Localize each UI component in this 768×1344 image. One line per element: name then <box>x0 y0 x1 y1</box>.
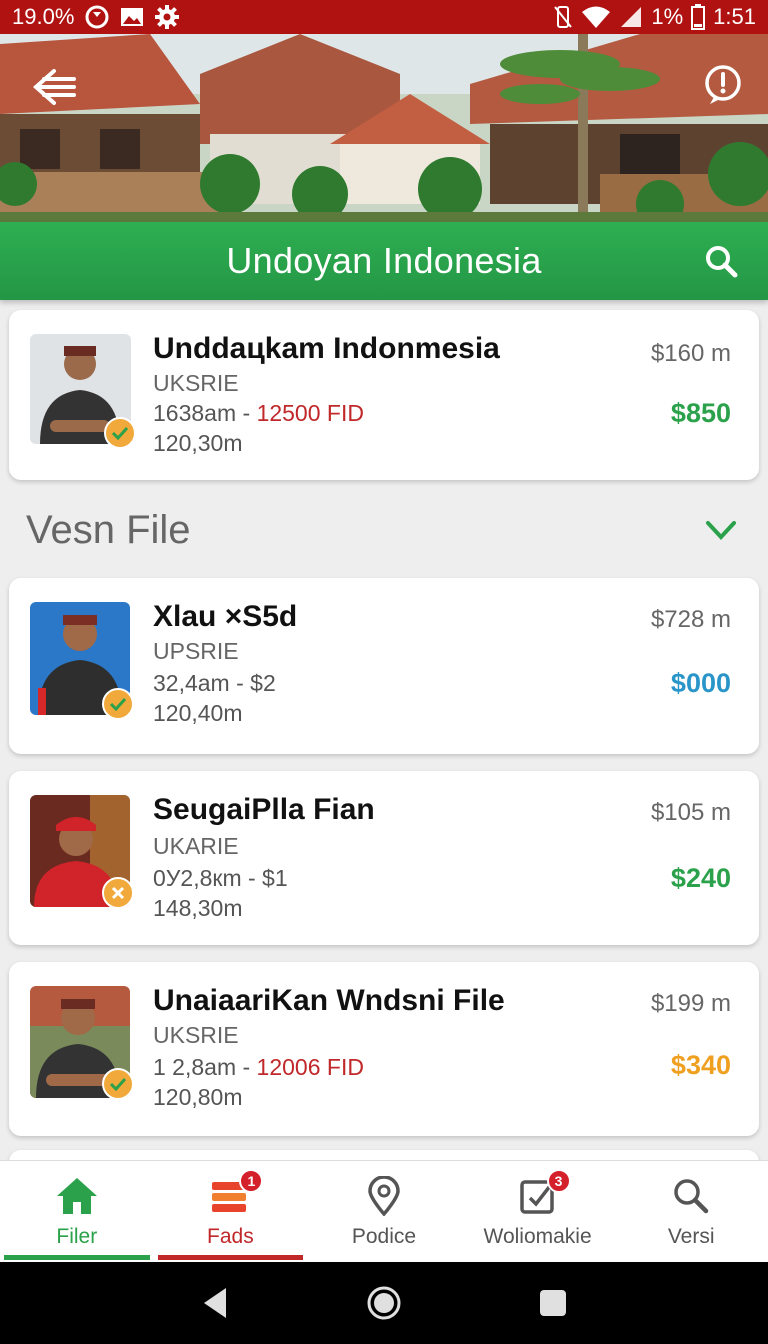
nav-item-fads[interactable]: 1 Fads <box>154 1161 308 1262</box>
status-right: 1% 1:51 <box>553 4 756 30</box>
nav-item-versi[interactable]: Versi <box>614 1161 768 1262</box>
card-title: Xlau ×S5d <box>153 600 298 633</box>
active-indicator <box>4 1255 150 1260</box>
check-icon <box>111 426 129 440</box>
system-recents-button[interactable] <box>528 1278 578 1328</box>
nav-label: Fads <box>207 1225 254 1248</box>
card-distance: $728 m <box>650 606 731 633</box>
nav-item-filer[interactable]: Filer <box>0 1161 154 1262</box>
card-meta: 120,40m <box>153 700 243 726</box>
status-left: 19.0% <box>12 4 180 30</box>
card-subtitle: UKSRIE <box>153 1022 239 1048</box>
card-fid: 12006 FID <box>256 1054 364 1080</box>
card-distance: $160 m <box>650 340 731 367</box>
list-item[interactable]: UnaiaariKan Wndsni File UKSRIE 1 2,8am -… <box>9 962 759 1136</box>
close-icon <box>111 886 125 900</box>
nav-label: Filer <box>56 1225 98 1248</box>
card-fid: 12500 FID <box>256 400 364 426</box>
featured-card[interactable]: Unddaцkam Indonmesia UKSRIE 1638am - 125… <box>9 310 759 480</box>
search-icon <box>706 246 738 278</box>
card-price: $850 <box>670 398 731 428</box>
signal-icon <box>619 5 643 29</box>
check-icon <box>109 697 127 711</box>
recents-square-icon <box>540 1290 567 1316</box>
chevron-down-icon <box>706 521 736 540</box>
houses-illustration <box>0 34 768 222</box>
battery-percent: 1% <box>651 4 684 29</box>
info-button[interactable] <box>700 62 746 108</box>
stack-icon: 1 <box>207 1169 264 1217</box>
image-icon <box>120 7 144 27</box>
battery-icon <box>691 4 706 30</box>
home-circle-icon <box>367 1286 401 1320</box>
system-navigation-bar <box>0 1262 768 1344</box>
card-detail-line: 32,4am - $2 <box>153 670 276 697</box>
data-saver-icon <box>84 4 110 30</box>
list-item[interactable]: Xlau ×S5d UPSRIE 32,4am - $2 120,40m $72… <box>9 578 759 754</box>
clock: 1:51 <box>713 4 756 29</box>
card-subtitle: UKARIE <box>153 833 239 859</box>
card-detail-line: 1 2,8am - 12006 FID <box>153 1054 364 1081</box>
close-badge <box>102 877 134 909</box>
card-time: 0У2,8кm - $1 <box>153 865 288 891</box>
search-button[interactable] <box>698 238 744 284</box>
card-meta: 120,80m <box>153 1084 243 1110</box>
card-subtitle: UKSRIE <box>153 370 239 396</box>
nav-label: Woliomakie <box>483 1225 592 1248</box>
status-bar: 19.0% 1% 1:51 <box>0 0 768 34</box>
status-percent: 19.0% <box>12 4 75 29</box>
list-item[interactable]: SeugaiPlla Fian UKARIE 0У2,8кm - $1 148,… <box>9 771 759 945</box>
card-distance: $105 m <box>650 799 731 826</box>
section-header[interactable]: Vesn File <box>0 495 768 565</box>
card-price: $340 <box>670 1050 731 1080</box>
bottom-navigation: Filer 1 Fads Podiсe 3 Woliomakie Versi <box>0 1160 768 1262</box>
active-indicator <box>157 1255 304 1260</box>
section-title: Vesn File <box>26 507 191 552</box>
notification-badge: 3 <box>546 1169 571 1193</box>
nav-item-woliomakie[interactable]: 3 Woliomakie <box>461 1161 615 1262</box>
system-back-button[interactable] <box>190 1278 240 1328</box>
card-meta: 120,30m <box>153 430 243 456</box>
card-time: 1638am - <box>153 400 257 426</box>
check-icon <box>109 1077 127 1091</box>
card-title: Unddaцkam Indonmesia <box>153 332 500 365</box>
card-subtitle: UPSRIE <box>153 638 239 664</box>
info-icon <box>705 65 741 104</box>
wifi-icon <box>581 5 611 29</box>
card-detail-line: 1638am - 12500 FID <box>153 400 364 427</box>
header-image <box>0 34 768 222</box>
app-title-bar: Undoyan Indonesia <box>0 222 768 300</box>
nav-item-podice[interactable]: Podiсe <box>307 1161 461 1262</box>
card-distance: $199 m <box>650 990 731 1017</box>
card-title: SeugaiPlla Fian <box>153 793 375 826</box>
card-detail-line: 0У2,8кm - $1 <box>153 865 288 892</box>
card-time: 32,4am - $2 <box>153 670 276 696</box>
verified-badge <box>102 1068 134 1100</box>
card-time: 1 2,8am - <box>153 1054 257 1080</box>
card-price: $000 <box>670 668 731 698</box>
back-arrow-icon <box>32 69 76 105</box>
location-pin-icon <box>361 1175 407 1217</box>
nav-label: Podiсe <box>351 1225 417 1248</box>
system-home-button[interactable] <box>359 1278 409 1328</box>
vibrate-icon <box>553 5 573 29</box>
verified-badge <box>102 688 134 720</box>
card-meta: 148,30m <box>153 895 243 921</box>
gear-icon <box>154 4 180 30</box>
back-button[interactable] <box>30 62 80 112</box>
card-price: $240 <box>670 863 731 893</box>
back-triangle-icon <box>203 1288 226 1318</box>
card-title: UnaiaariKan Wndsni File <box>153 984 505 1017</box>
nav-label: Versi <box>667 1225 715 1248</box>
search-icon <box>668 1175 714 1217</box>
page-title: Undoyan Indonesia <box>226 240 542 281</box>
home-icon <box>54 1175 100 1217</box>
notification-badge: 1 <box>239 1169 264 1193</box>
verified-badge <box>104 417 136 449</box>
edit-box-icon: 3 <box>515 1169 571 1217</box>
